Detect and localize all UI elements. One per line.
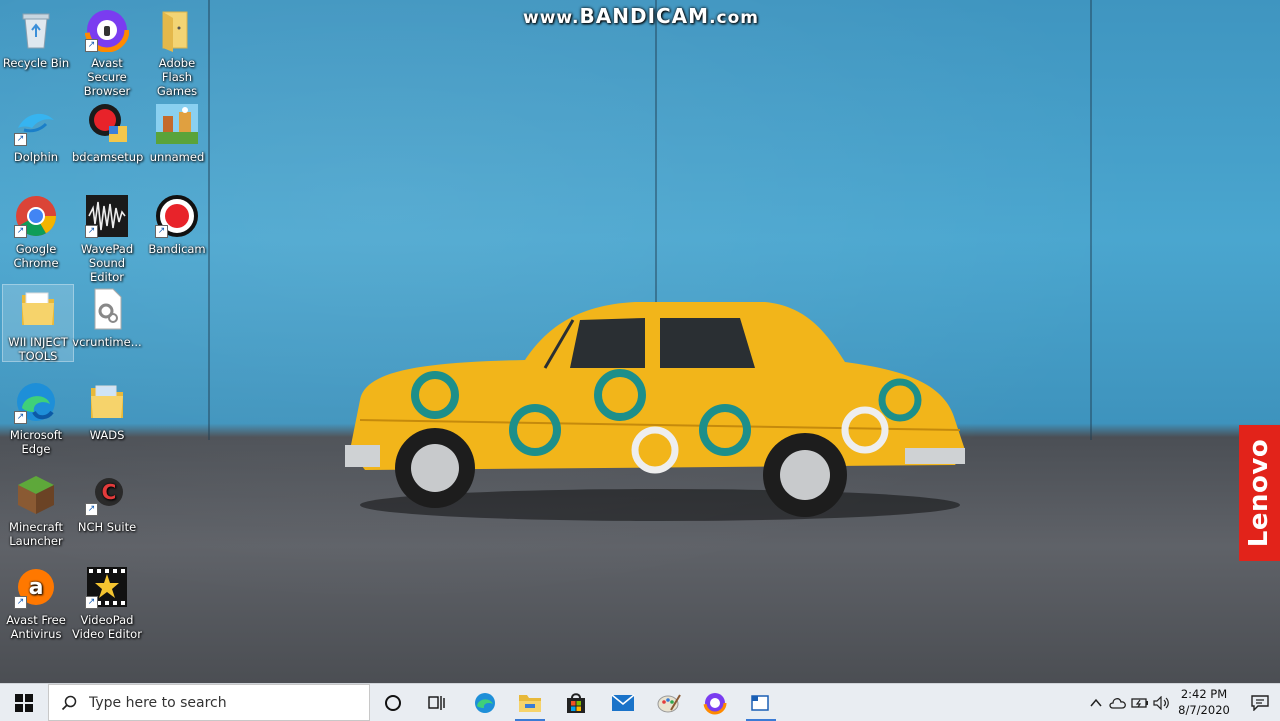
minecraft-icon xyxy=(14,472,58,516)
desktop-icon-avast-secure-browser[interactable]: ↗ Avast Secure Browser xyxy=(72,6,142,98)
image-file-icon xyxy=(155,102,199,146)
desktop[interactable]: www.BANDICAM.com Recycle Bin ↗ Dolphin ↗… xyxy=(0,0,1280,683)
icon-label: Recycle Bin xyxy=(2,56,70,70)
icon-label: Dolphin xyxy=(13,150,59,164)
desktop-icon-recycle-bin[interactable]: Recycle Bin xyxy=(1,6,71,70)
icon-label: Google Chrome xyxy=(13,242,59,270)
notification-icon xyxy=(1251,694,1269,711)
icon-label: WII INJECT TOOLS xyxy=(8,335,68,363)
start-button[interactable] xyxy=(0,684,48,721)
avast-secure-browser-icon xyxy=(703,691,727,714)
clock-date: 8/7/2020 xyxy=(1178,703,1230,717)
speaker-icon xyxy=(1153,695,1169,710)
desktop-icon-bdcamsetup[interactable]: bdcamsetup xyxy=(72,100,144,164)
desktop-icon-google-chrome[interactable]: ↗ Google Chrome xyxy=(1,192,71,270)
wall-seam xyxy=(1090,0,1092,440)
icon-label: Avast Secure Browser xyxy=(83,56,131,98)
desktop-icon-microsoft-edge[interactable]: ↗ Microsoft Edge xyxy=(1,378,71,456)
icon-label: bdcamsetup xyxy=(72,150,144,164)
settings-file-icon xyxy=(85,287,129,331)
lenovo-logo: Lenovo xyxy=(1239,425,1280,561)
icon-label: VideoPad Video Editor xyxy=(72,613,142,641)
chevron-up-icon xyxy=(1090,698,1102,706)
icon-label: unnamed xyxy=(149,150,205,164)
bandicam-watermark: www.BANDICAM.com xyxy=(523,4,759,28)
cortana-icon xyxy=(385,694,401,711)
task-view-icon xyxy=(428,695,445,710)
icon-label: Minecraft Launcher xyxy=(9,520,63,548)
taskbar-search-box[interactable] xyxy=(48,684,370,721)
task-view-button[interactable] xyxy=(414,684,460,721)
wavepad-icon: ↗ xyxy=(85,194,129,238)
icon-label: WADS xyxy=(89,428,125,442)
desktop-icon-bandicam[interactable]: ↗ Bandicam xyxy=(142,192,212,256)
nch-suite-icon: C ↗ xyxy=(85,472,129,516)
bandicam-icon: ↗ xyxy=(155,194,199,238)
folder-icon xyxy=(85,380,129,424)
wallpaper-yellow-car xyxy=(345,302,965,521)
battery-tray[interactable] xyxy=(1130,684,1150,721)
volume-tray[interactable] xyxy=(1152,684,1172,721)
store-icon xyxy=(567,692,585,713)
clock-time: 2:42 PM xyxy=(1180,687,1228,701)
windows-logo-icon xyxy=(15,693,33,712)
taskbar-file-explorer[interactable] xyxy=(507,684,553,721)
taskbar-mail[interactable] xyxy=(600,684,646,721)
search-input[interactable] xyxy=(87,693,331,712)
taskbar-paint[interactable] xyxy=(646,684,692,721)
snipping-icon xyxy=(751,694,769,711)
onedrive-tray[interactable] xyxy=(1108,684,1128,721)
avast-secure-browser-icon: ↗ xyxy=(84,7,130,53)
avast-antivirus-icon: a ↗ xyxy=(14,565,58,609)
edge-icon: ↗ xyxy=(14,380,58,424)
battery-charging-icon xyxy=(1131,697,1148,708)
edge-icon xyxy=(475,692,495,713)
show-hidden-icons-button[interactable] xyxy=(1086,684,1106,721)
taskbar-store[interactable] xyxy=(553,684,599,721)
dolphin-icon: ↗ xyxy=(14,102,58,146)
cortana-button[interactable] xyxy=(370,684,416,721)
folder-icon xyxy=(155,8,199,52)
icon-label: Adobe Flash Games xyxy=(156,56,198,98)
search-icon xyxy=(61,695,77,710)
desktop-icon-wavepad-sound-editor[interactable]: ↗ WavePad Sound Editor xyxy=(72,192,142,284)
taskbar-clock[interactable]: 2:42 PM 8/7/2020 xyxy=(1175,686,1233,718)
icon-label: Avast Free Antivirus xyxy=(6,613,66,641)
desktop-icon-unnamed[interactable]: unnamed xyxy=(142,100,212,164)
videopad-icon: ↗ xyxy=(85,565,129,609)
desktop-icon-minecraft-launcher[interactable]: Minecraft Launcher xyxy=(1,470,71,548)
recycle-bin-icon xyxy=(14,8,58,52)
desktop-icon-avast-free-antivirus[interactable]: a ↗ Avast Free Antivirus xyxy=(1,563,71,641)
desktop-icon-nch-suite[interactable]: C ↗ NCH Suite xyxy=(72,470,142,534)
desktop-icon-videopad-video-editor[interactable]: ↗ VideoPad Video Editor xyxy=(72,563,142,641)
desktop-icon-adobe-flash-games[interactable]: Adobe Flash Games xyxy=(142,6,212,98)
chrome-icon: ↗ xyxy=(14,194,58,238)
svg-text:C: C xyxy=(102,480,117,504)
icon-label: NCH Suite xyxy=(77,520,137,534)
taskbar-snipping-tool[interactable] xyxy=(738,684,784,721)
svg-text:a: a xyxy=(29,575,44,600)
taskbar: 2:42 PM 8/7/2020 xyxy=(0,683,1280,721)
paint-icon xyxy=(657,693,681,712)
desktop-icon-dolphin[interactable]: ↗ Dolphin xyxy=(1,100,71,164)
icon-label: vcruntime... xyxy=(72,335,142,349)
mail-icon xyxy=(611,693,635,711)
desktop-icon-wads[interactable]: WADS xyxy=(72,378,142,442)
taskbar-edge[interactable] xyxy=(462,684,508,721)
icon-label: Microsoft Edge xyxy=(9,428,63,456)
desktop-icon-wii-inject-tools[interactable]: WII INJECT TOOLS xyxy=(2,284,74,363)
desktop-icon-vcruntime[interactable]: vcruntime... xyxy=(72,285,142,349)
taskbar-avast-secure-browser[interactable] xyxy=(692,684,738,721)
action-center-button[interactable] xyxy=(1240,684,1280,721)
folder-icon xyxy=(16,287,60,331)
file-explorer-icon xyxy=(519,694,541,712)
icon-label: WavePad Sound Editor xyxy=(80,242,134,284)
bdcamsetup-icon xyxy=(85,102,129,146)
icon-label: Bandicam xyxy=(148,242,206,256)
cloud-icon xyxy=(1109,697,1126,709)
